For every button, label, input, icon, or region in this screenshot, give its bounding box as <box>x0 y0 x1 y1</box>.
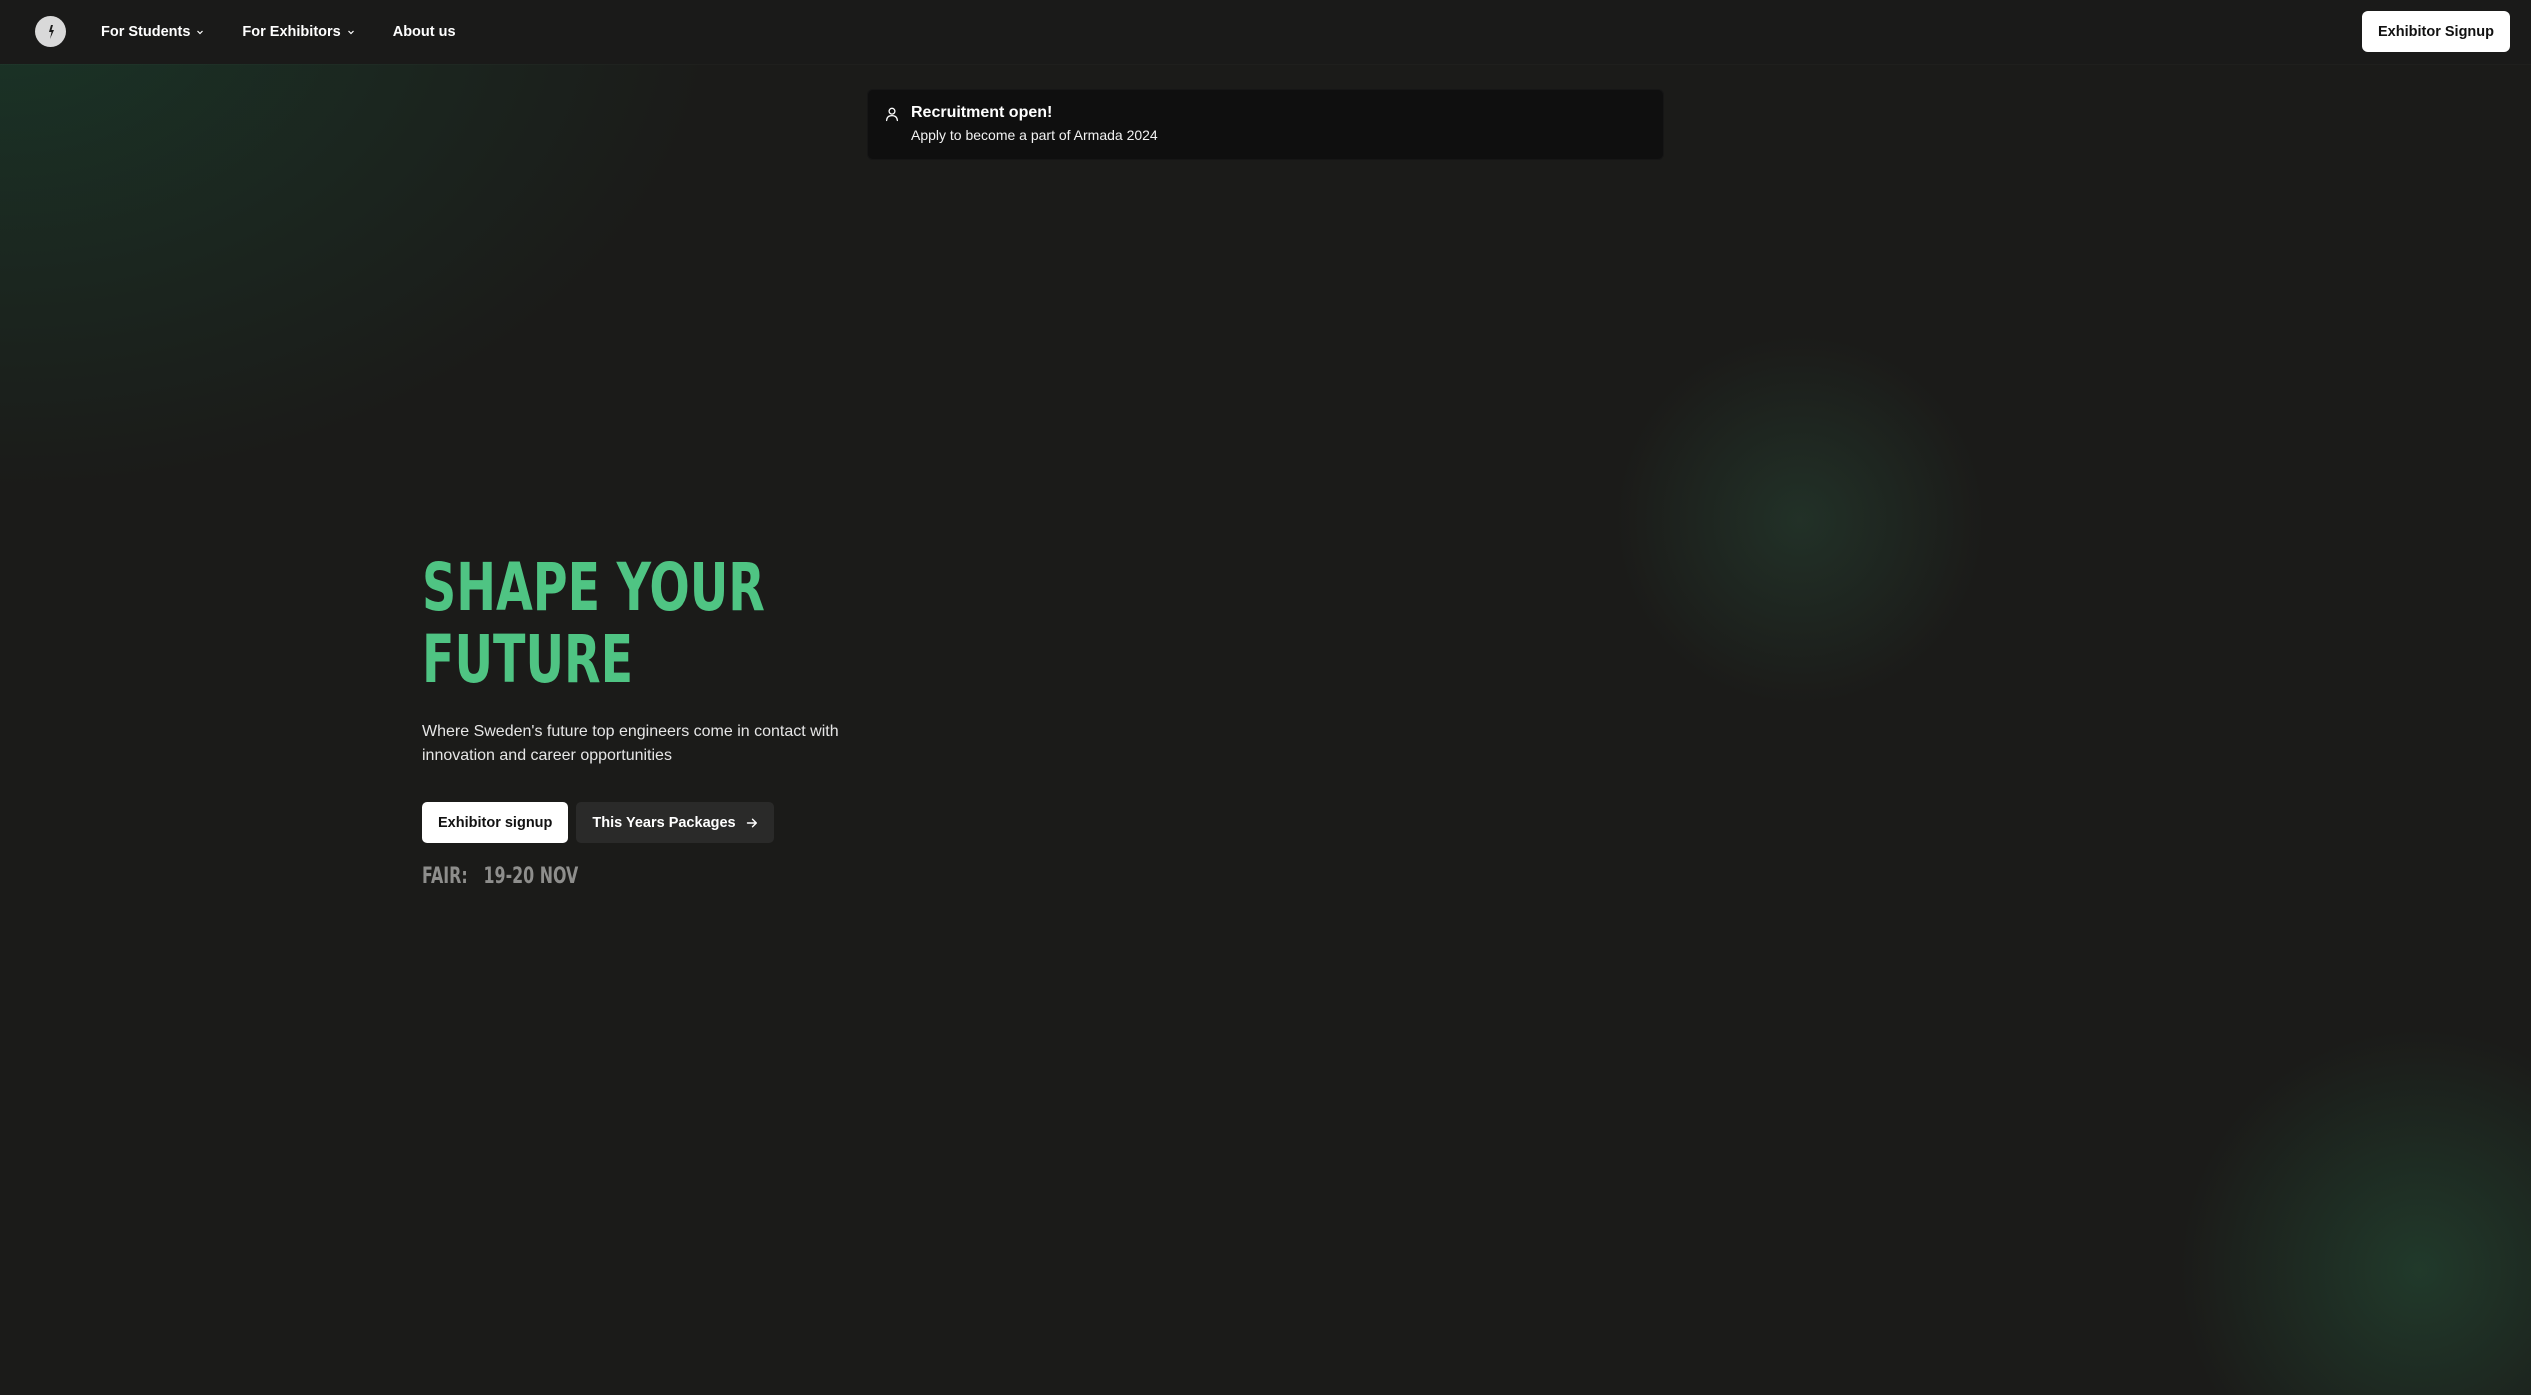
packages-button[interactable]: This Years Packages <box>576 802 774 843</box>
hero-title: SHAPE YOUR FUTURE <box>422 552 765 696</box>
exhibitor-signup-button[interactable]: Exhibitor signup <box>422 802 569 843</box>
background-gradient <box>0 0 2531 1395</box>
chevron-down-icon <box>347 28 355 36</box>
exhibitor-signup-header-button[interactable]: Exhibitor Signup <box>2362 11 2510 52</box>
arrow-right-icon <box>746 817 758 829</box>
nav-about-us-label: About us <box>392 24 456 40</box>
recruitment-banner[interactable]: Recruitment open! Apply to become a part… <box>867 89 1664 160</box>
main-nav: For Students For Exhibitors About us <box>101 0 494 64</box>
exhibitor-signup-header-label: Exhibitor Signup <box>2378 23 2494 40</box>
top-navbar: For Students For Exhibitors About us Exh… <box>0 0 2531 64</box>
nav-for-exhibitors-label: For Exhibitors <box>242 24 341 40</box>
hero-title-line-2: FUTURE <box>422 621 634 698</box>
hero-title-line-1: SHAPE YOUR <box>422 549 765 626</box>
hero-actions: Exhibitor signup This Years Packages <box>422 802 774 843</box>
fair-dates: FAIR: 19-20 NOV <box>422 864 578 889</box>
nav-for-students[interactable]: For Students <box>101 24 204 40</box>
exhibitor-signup-label: Exhibitor signup <box>438 814 553 831</box>
banner-title: Recruitment open! <box>911 104 1053 121</box>
fair-date: 19-20 NOV <box>483 864 579 889</box>
hero-description: Where Sweden's future top engineers come… <box>422 723 839 764</box>
nav-about-us[interactable]: About us <box>393 24 456 40</box>
user-icon <box>884 106 900 122</box>
nav-for-students-label: For Students <box>101 24 191 40</box>
banner-subtitle: Apply to become a part of Armada 2024 <box>911 127 1158 143</box>
armada-logo-icon[interactable] <box>35 16 66 47</box>
nav-for-exhibitors[interactable]: For Exhibitors <box>242 24 354 40</box>
chevron-down-icon <box>196 28 204 36</box>
packages-label: This Years Packages <box>592 814 736 831</box>
fair-label: FAIR: <box>422 864 468 889</box>
